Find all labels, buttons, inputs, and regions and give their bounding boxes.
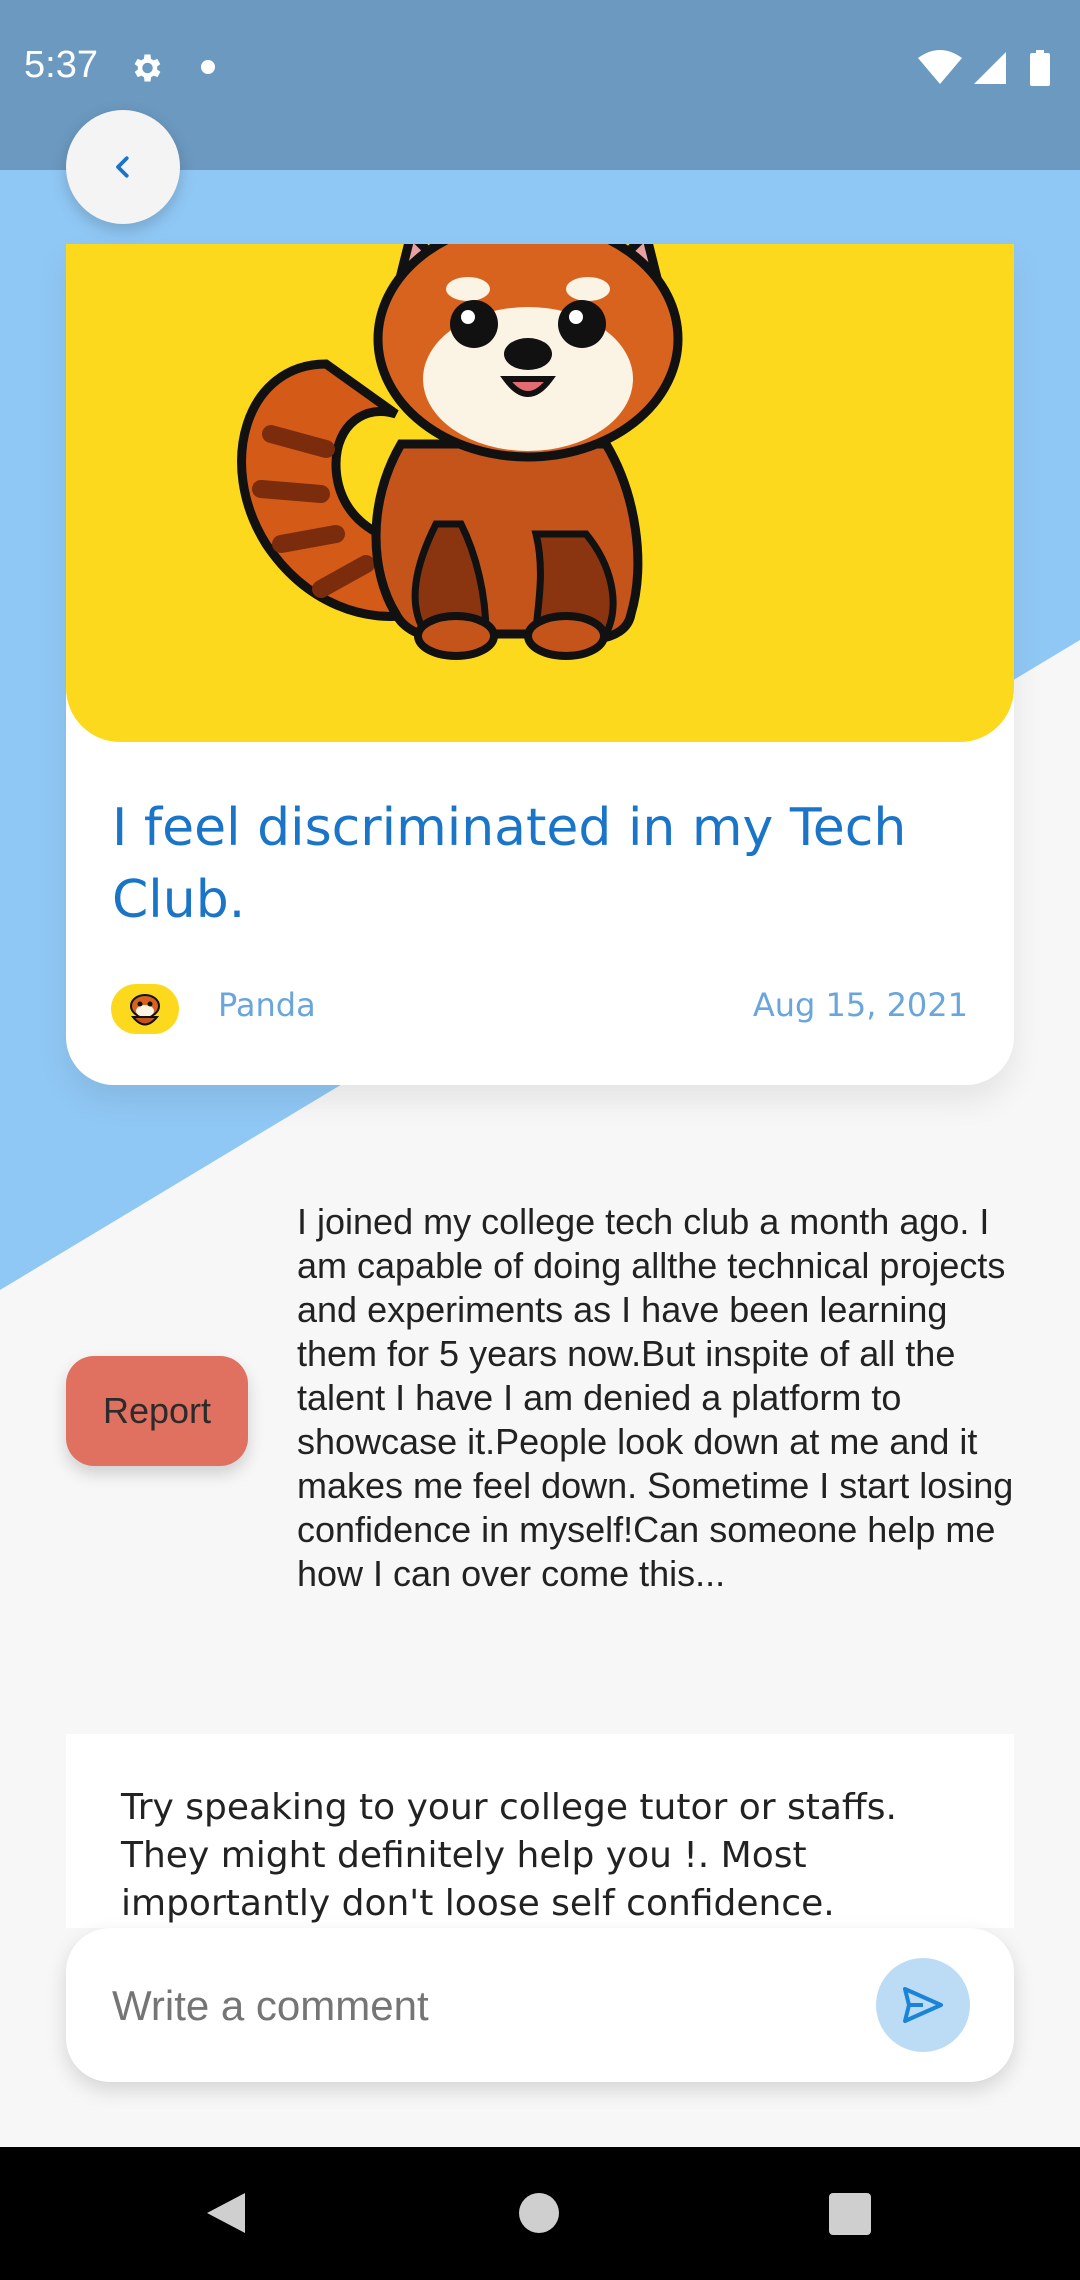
post-image	[66, 244, 1014, 742]
author-avatar[interactable]	[111, 984, 179, 1034]
comment-composer	[66, 1928, 1014, 2082]
home-circle-icon[interactable]	[519, 2193, 559, 2233]
red-panda-illustration	[237, 244, 683, 660]
chevron-left-icon	[116, 156, 129, 178]
notification-dot-icon	[201, 60, 215, 74]
back-triangle-icon[interactable]	[205, 2191, 247, 2235]
status-time: 5:37	[24, 44, 98, 86]
system-navigation-bar	[0, 2147, 1080, 2280]
wifi-icon	[918, 50, 962, 84]
post-card: I feel discriminated in my Tech Club. Pa…	[66, 244, 1014, 1085]
post-date: Aug 15, 2021	[752, 986, 968, 1024]
gear-icon	[134, 54, 161, 82]
report-button[interactable]: Report	[66, 1356, 248, 1466]
post-title: I feel discriminated in my Tech Club.	[112, 798, 907, 930]
author-name[interactable]: Panda	[218, 986, 316, 1024]
battery-icon	[1030, 50, 1050, 86]
comment-text: Try speaking to your college tutor or st…	[121, 1787, 897, 1924]
comment-card: Try speaking to your college tutor or st…	[66, 1734, 1014, 1928]
red-panda-avatar-icon	[130, 994, 160, 1026]
panda-body	[371, 439, 643, 660]
system-status-icons	[918, 50, 1050, 86]
back-button[interactable]	[66, 110, 180, 224]
panda-head	[373, 244, 683, 462]
recents-square-icon[interactable]	[829, 2193, 871, 2235]
signal-icon	[974, 52, 1006, 84]
send-icon	[903, 1987, 943, 2023]
post-body: I joined my college tech club a month ag…	[297, 1201, 1014, 1594]
comment-input[interactable]	[110, 1962, 874, 2050]
send-button[interactable]	[876, 1958, 970, 2052]
